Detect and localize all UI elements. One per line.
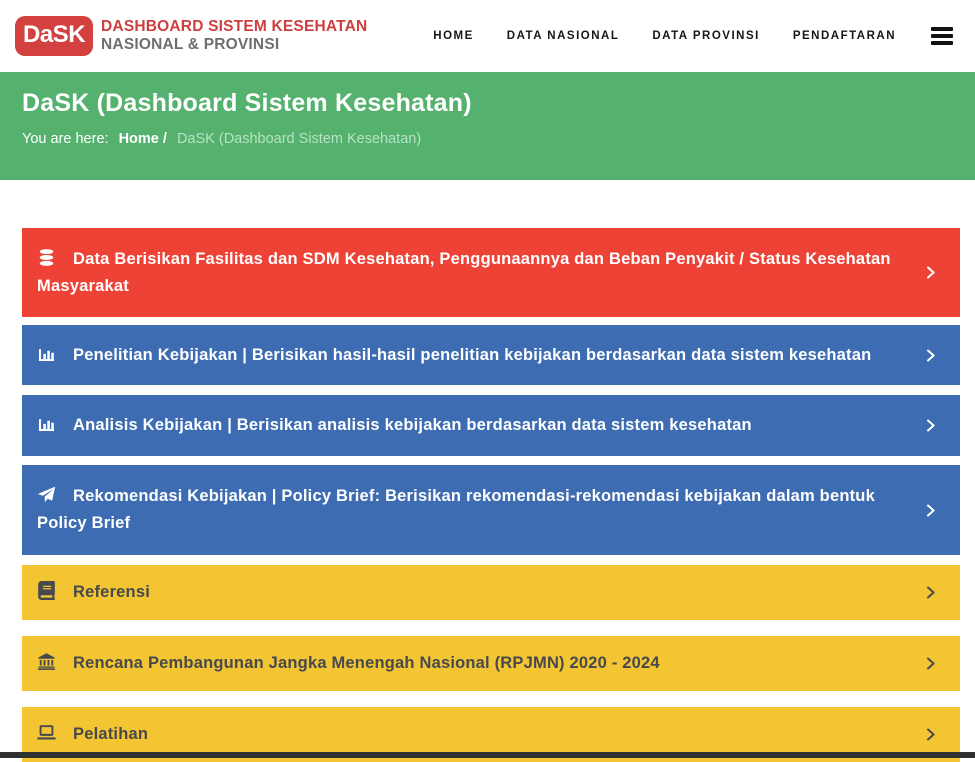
chevron-right-icon bbox=[923, 727, 938, 742]
accordion-item-analisis-kebijakan[interactable]: Analisis Kebijakan | Berisikan analisis … bbox=[22, 395, 960, 456]
chevron-right-icon bbox=[923, 348, 938, 363]
logo-title-line2: NASIONAL & PROVINSI bbox=[101, 36, 367, 54]
laptop-icon bbox=[37, 723, 56, 742]
accordion-item-label: Analisis Kebijakan | Berisikan analisis … bbox=[73, 416, 752, 434]
accordion-item-label: Referensi bbox=[73, 583, 150, 601]
accordion-item-data-fasilitas[interactable]: Data Berisikan Fasilitas dan SDM Kesehat… bbox=[22, 228, 960, 317]
page-title: DaSK (Dashboard Sistem Kesehatan) bbox=[22, 89, 953, 118]
nav-item-data-nasional[interactable]: DATA NASIONAL bbox=[507, 30, 620, 42]
breadcrumb-current: DaSK (Dashboard Sistem Kesehatan) bbox=[177, 131, 421, 147]
nav-item-home[interactable]: HOME bbox=[433, 30, 474, 42]
logo-mark: DaSK bbox=[15, 16, 93, 56]
top-header: DaSK DASHBOARD SISTEM KESEHATAN NASIONAL… bbox=[0, 0, 975, 72]
logo-text: DASHBOARD SISTEM KESEHATAN NASIONAL & PR… bbox=[101, 18, 367, 54]
accordion-item-rekomendasi-kebijakan[interactable]: Rekomendasi Kebijakan | Policy Brief: Be… bbox=[22, 465, 960, 555]
chevron-right-icon bbox=[923, 265, 938, 280]
accordion-list: Data Berisikan Fasilitas dan SDM Kesehat… bbox=[0, 180, 975, 762]
accordion-item-rpjmn[interactable]: Rencana Pembangunan Jangka Menengah Nasi… bbox=[22, 636, 960, 691]
chevron-right-icon bbox=[923, 503, 938, 518]
logo-title-line1: DASHBOARD SISTEM KESEHATAN bbox=[101, 18, 367, 36]
accordion-item-label: Rencana Pembangunan Jangka Menengah Nasi… bbox=[73, 654, 660, 672]
chevron-right-icon bbox=[923, 418, 938, 433]
book-icon bbox=[37, 581, 56, 600]
nav-item-data-provinsi[interactable]: DATA PROVINSI bbox=[652, 30, 759, 42]
accordion-item-label: Penelitian Kebijakan | Berisikan hasil-h… bbox=[73, 346, 871, 364]
database-icon bbox=[37, 248, 56, 267]
paper-plane-icon bbox=[37, 485, 56, 504]
nav-item-pendaftaran[interactable]: PENDAFTARAN bbox=[793, 30, 896, 42]
footer-top-strip bbox=[0, 752, 975, 758]
accordion-item-penelitian-kebijakan[interactable]: Penelitian Kebijakan | Berisikan hasil-h… bbox=[22, 325, 960, 385]
accordion-item-label: Pelatihan bbox=[73, 725, 148, 743]
site-logo[interactable]: DaSK DASHBOARD SISTEM KESEHATAN NASIONAL… bbox=[15, 16, 367, 56]
page-banner: DaSK (Dashboard Sistem Kesehatan) You ar… bbox=[0, 72, 975, 180]
bank-icon bbox=[37, 652, 56, 671]
accordion-item-label: Data Berisikan Fasilitas dan SDM Kesehat… bbox=[37, 250, 891, 295]
bar-chart-icon bbox=[37, 414, 56, 433]
chevron-right-icon bbox=[923, 656, 938, 671]
bar-chart-icon bbox=[37, 344, 56, 363]
accordion-item-label: Rekomendasi Kebijakan | Policy Brief: Be… bbox=[37, 487, 875, 532]
accordion-item-referensi[interactable]: Referensi bbox=[22, 565, 960, 620]
breadcrumb: You are here: Home / DaSK (Dashboard Sis… bbox=[22, 131, 953, 147]
hamburger-menu-icon[interactable] bbox=[929, 23, 955, 49]
breadcrumb-home-link[interactable]: Home / bbox=[119, 131, 167, 147]
chevron-right-icon bbox=[923, 585, 938, 600]
breadcrumb-prefix: You are here: bbox=[22, 131, 109, 147]
main-nav: HOME DATA NASIONAL DATA PROVINSI PENDAFT… bbox=[433, 23, 955, 49]
